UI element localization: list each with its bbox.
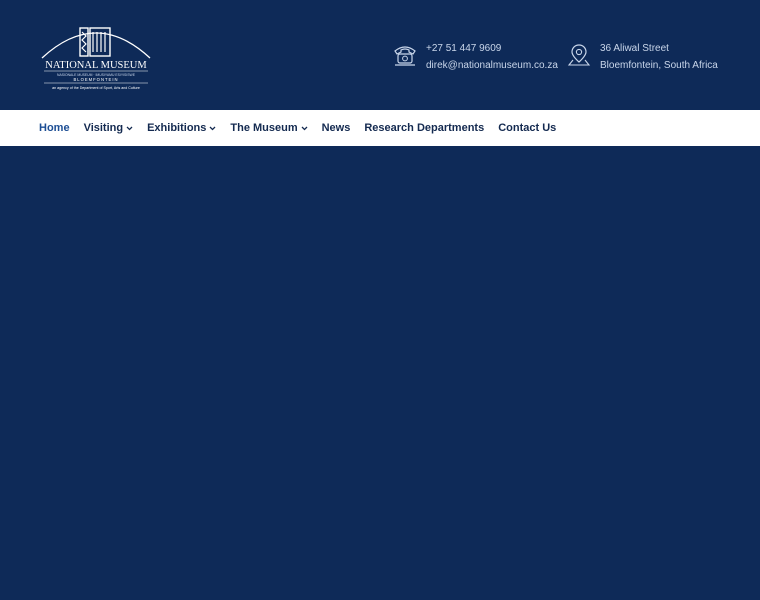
nav-item-label: Home: [39, 122, 70, 134]
chevron-down-icon: [209, 126, 216, 131]
nav-item-news[interactable]: News: [322, 122, 351, 134]
telephone-icon: [394, 46, 416, 66]
nav-menu: Home Visiting Exhibitions The Museum News Res…: [39, 110, 570, 146]
logo-agency-line: an agency of the Department of Sport, Ar…: [52, 86, 140, 90]
email-address[interactable]: direk@nationalmuseum.co.za: [426, 57, 558, 74]
nav-item-label: Research Departments: [364, 122, 485, 134]
map-pin-icon: [567, 44, 591, 66]
nav-item-contact-us[interactable]: Contact Us: [498, 122, 556, 134]
nav-item-label: Visiting: [83, 122, 124, 134]
national-museum-logo[interactable]: NATIONAL MUSEUM NASIONALE MUSEUM · IMUSI…: [36, 18, 156, 92]
nav-item-research-departments[interactable]: Research Departments: [364, 122, 484, 134]
main-navigation: Home Visiting Exhibitions The Museum News Res…: [0, 110, 760, 245]
chevron-down-icon: [126, 126, 133, 131]
address-line-2: Bloemfontein, South Africa: [600, 60, 718, 71]
nav-item-the-museum[interactable]: The Museum: [230, 122, 308, 134]
nav-item-visiting[interactable]: Visiting: [84, 122, 134, 134]
logo-city: BLOEMFONTEIN: [73, 77, 118, 82]
nav-item-home[interactable]: Home: [39, 122, 70, 134]
contact-phone-email: +27 51 447 9609 direk@nationalmuseum.co.…: [392, 40, 558, 74]
hero-banner: [0, 146, 760, 600]
nav-item-label: The Museum: [230, 122, 298, 134]
chevron-down-icon: [301, 126, 308, 131]
address-line-1: 36 Aliwal Street: [600, 43, 669, 54]
nav-item-label: Exhibitions: [147, 122, 207, 134]
contact-address: 36 Aliwal Street Bloemfontein, South Afr…: [566, 40, 718, 74]
logo-wordmark: NATIONAL MUSEUM: [45, 60, 147, 71]
nav-item-label: News: [321, 122, 351, 134]
nav-item-label: Contact Us: [498, 122, 557, 134]
site-header: NATIONAL MUSEUM NASIONALE MUSEUM · IMUSI…: [0, 0, 760, 110]
nav-item-exhibitions[interactable]: Exhibitions: [147, 122, 216, 134]
phone-number[interactable]: +27 51 447 9609: [426, 40, 558, 57]
